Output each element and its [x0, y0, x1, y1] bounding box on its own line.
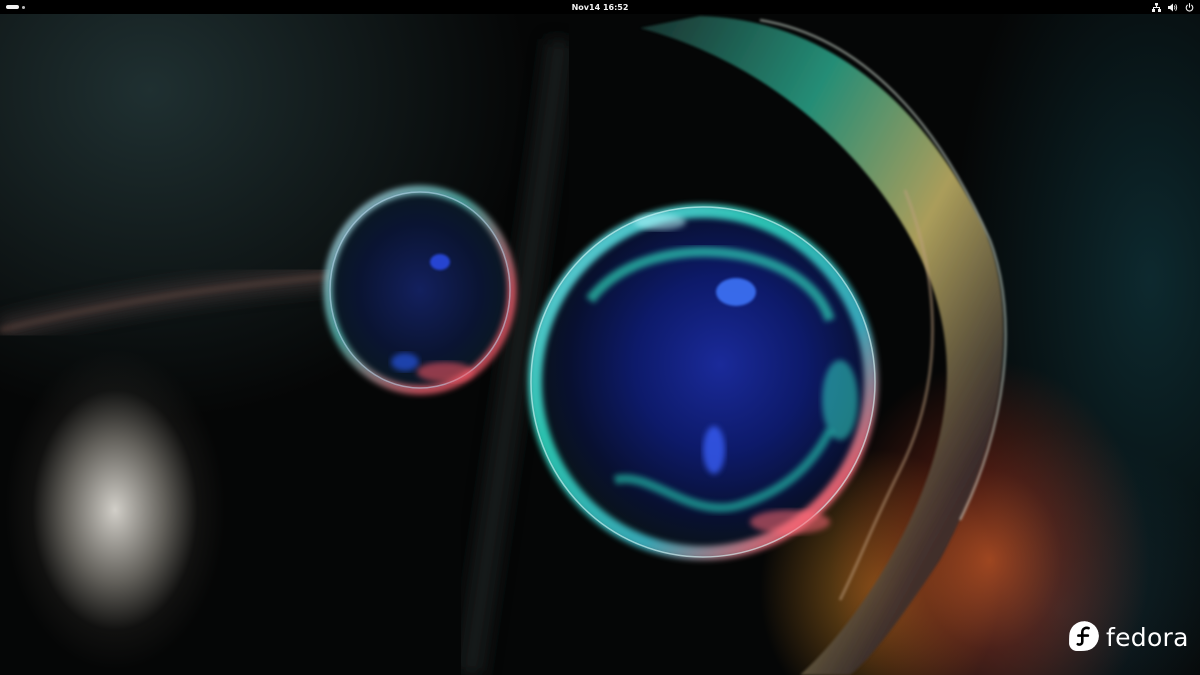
wallpaper-art — [0, 16, 1007, 675]
time-label: 16:52 — [602, 3, 629, 12]
top-bar: Nov14 16:52 — [0, 0, 1200, 14]
power-icon — [1185, 3, 1194, 12]
fedora-logo: fedora — [1068, 620, 1189, 656]
fedora-wordmark: fedora — [1106, 623, 1189, 652]
volume-icon — [1168, 3, 1178, 12]
desktop-wallpaper — [0, 0, 1200, 675]
date-label: Nov14 — [571, 3, 601, 12]
fedora-f-icon — [1068, 620, 1100, 656]
workspace-dot-icon — [22, 5, 25, 9]
network-wired-icon — [1152, 3, 1161, 12]
date-time-button[interactable]: Nov14 16:52 — [572, 3, 629, 12]
clock-area: Nov14 16:52 — [0, 2, 1200, 13]
desktop[interactable]: Nov14 16:52 fedora — [0, 0, 1200, 675]
system-status-menu[interactable] — [1152, 2, 1194, 13]
activities-pill-icon — [6, 5, 19, 9]
activities-button[interactable] — [6, 3, 30, 11]
